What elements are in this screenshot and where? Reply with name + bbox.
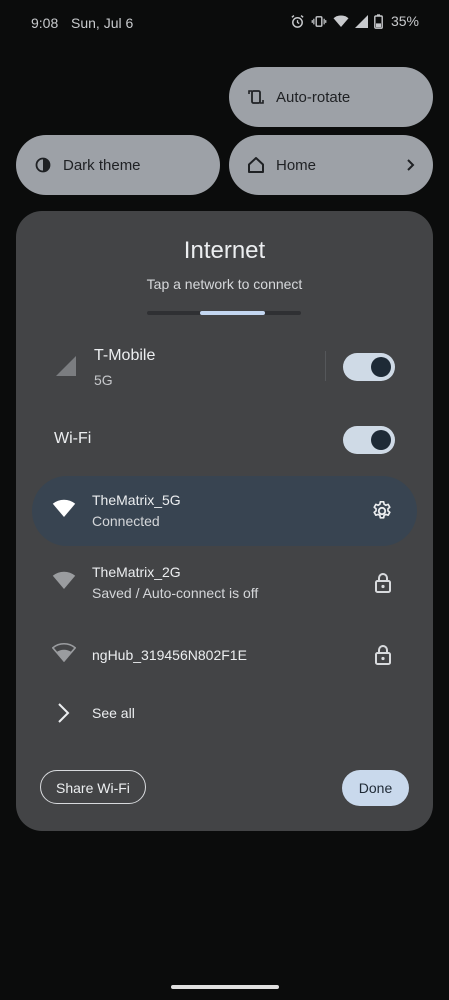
vibrate-icon <box>311 14 327 29</box>
wifi-toggle[interactable] <box>343 426 395 454</box>
network-name: ngHub_319456N802F1E <box>92 647 247 663</box>
network-item[interactable]: TheMatrix_2G Saved / Auto-connect is off <box>32 548 417 618</box>
date: Sun, Jul 6 <box>71 15 134 31</box>
network-item[interactable]: TheMatrix_5G Connected <box>32 476 417 546</box>
wifi-label: Wi-Fi <box>54 430 92 447</box>
cell-signal-icon <box>354 14 368 28</box>
wifi-icon <box>333 14 349 28</box>
lock-icon <box>373 644 393 671</box>
lock-icon <box>373 572 393 599</box>
tile-home[interactable]: Home <box>229 135 433 195</box>
wifi-icon <box>51 642 77 667</box>
dark-theme-icon <box>33 155 53 175</box>
share-wifi-button[interactable]: Share Wi-Fi <box>40 770 146 804</box>
tile-dark-theme-label: Dark theme <box>63 156 141 174</box>
internet-dialog: Internet Tap a network to connect T-Mobi… <box>16 211 433 831</box>
battery-percent: 35% <box>390 13 419 29</box>
wifi-toggle-row[interactable]: Wi-Fi <box>16 421 433 461</box>
network-status: Saved / Auto-connect is off <box>92 585 259 601</box>
network-name: TheMatrix_5G <box>92 492 181 508</box>
tile-home-label: Home <box>276 156 317 174</box>
chevron-right-icon <box>56 702 70 729</box>
dialog-title: Internet <box>183 237 266 264</box>
status-icons: 35% <box>290 13 419 29</box>
network-item[interactable]: ngHub_319456N802F1E <box>32 620 417 690</box>
cell-signal-icon <box>55 355 77 382</box>
see-all-link[interactable]: See all <box>32 688 417 738</box>
dialog-subtitle: Tap a network to connect <box>146 276 303 292</box>
autorotate-icon <box>246 87 266 107</box>
alarm-icon <box>290 14 305 29</box>
battery-icon <box>374 13 383 29</box>
settings-icon[interactable] <box>371 500 393 527</box>
home-icon <box>246 155 266 175</box>
see-all-label: See all <box>92 705 135 721</box>
clock: 9:08 <box>31 15 59 31</box>
tile-auto-rotate-label: Auto-rotate <box>276 88 351 106</box>
divider <box>325 351 326 381</box>
tile-auto-rotate[interactable]: Auto-rotate <box>229 67 433 127</box>
mobile-data-row[interactable]: T-Mobile 5G <box>16 337 433 397</box>
carrier-name: T-Mobile <box>94 347 156 364</box>
scan-progress-bar <box>147 311 301 315</box>
network-status: Connected <box>92 513 160 529</box>
chevron-right-icon <box>405 155 417 179</box>
status-bar: 9:08 Sun, Jul 6 35% <box>0 0 449 46</box>
wifi-icon <box>52 498 76 523</box>
network-type: 5G <box>94 372 113 388</box>
navigation-handle[interactable] <box>171 985 279 989</box>
wifi-icon <box>52 570 76 595</box>
done-button[interactable]: Done <box>342 770 409 806</box>
network-name: TheMatrix_2G <box>92 564 181 580</box>
tile-dark-theme[interactable]: Dark theme <box>16 135 220 195</box>
mobile-data-toggle[interactable] <box>343 353 395 381</box>
